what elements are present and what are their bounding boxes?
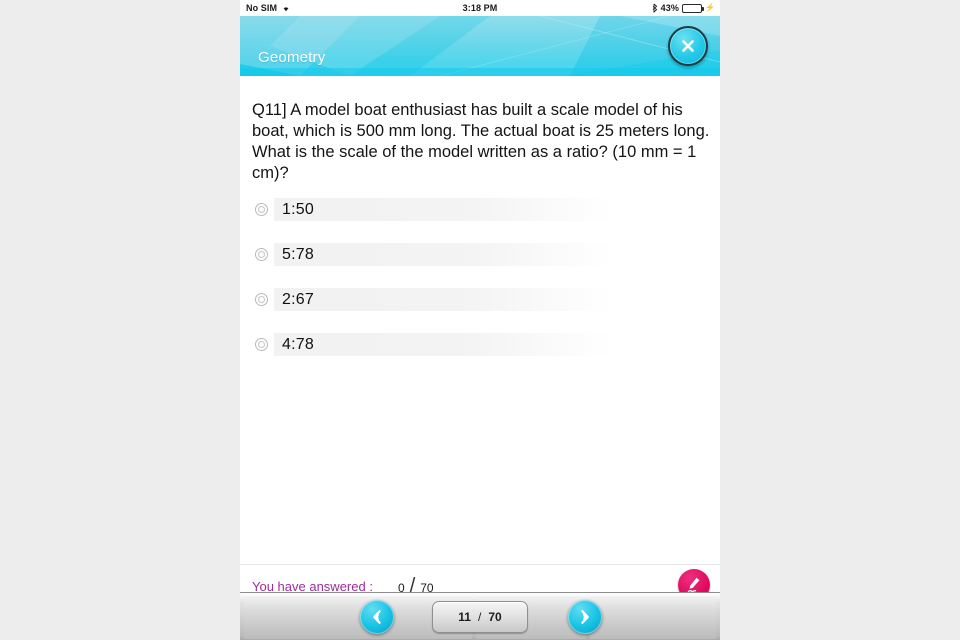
quiz-content: Q11] A model boat enthusiast has built a… xyxy=(240,76,720,608)
radio-button[interactable] xyxy=(255,293,268,306)
page-indicator[interactable]: 11 / 70 xyxy=(432,601,528,633)
status-bar-clock: 3:18 PM xyxy=(462,3,498,13)
ios-status-bar: No SIM 3:18 PM 43% ⚡ xyxy=(240,0,720,16)
close-button[interactable] xyxy=(668,26,708,66)
chevron-right-icon xyxy=(581,610,589,624)
answer-option[interactable]: 5:78 xyxy=(252,243,710,266)
page-title: Geometry xyxy=(258,49,326,66)
answer-option-label: 1:50 xyxy=(282,200,314,218)
answer-option[interactable]: 2:67 xyxy=(252,288,710,311)
page-total: 70 xyxy=(488,610,502,624)
answer-option-background xyxy=(274,198,612,221)
app-viewport: No SIM 3:18 PM 43% ⚡ Geometry Q11] A mod… xyxy=(240,0,720,640)
page-separator: / xyxy=(477,610,482,624)
answer-option-background xyxy=(274,333,612,356)
answer-option-label: 2:67 xyxy=(282,290,314,308)
answer-option[interactable]: 4:78 xyxy=(252,333,710,356)
header-polygon-pattern xyxy=(240,16,720,76)
radio-button[interactable] xyxy=(255,248,268,261)
previous-question-button[interactable] xyxy=(360,600,394,634)
close-x-icon xyxy=(682,40,694,52)
status-bar-right: 43% ⚡ xyxy=(652,3,715,13)
battery-percent-label: 43% xyxy=(660,3,679,13)
app-header: Geometry xyxy=(240,16,720,76)
page-current: 11 xyxy=(458,610,471,624)
question-text: Q11] A model boat enthusiast has built a… xyxy=(252,101,710,182)
chevron-left-icon xyxy=(373,610,381,624)
answer-option-background xyxy=(274,288,612,311)
radio-button[interactable] xyxy=(255,203,268,216)
charging-bolt-icon: ⚡ xyxy=(704,3,715,12)
bottom-toolbar: 11 / 70 xyxy=(240,592,720,640)
answer-option-background xyxy=(274,243,612,266)
answer-option-label: 4:78 xyxy=(282,335,314,353)
bluetooth-icon xyxy=(652,3,658,13)
answer-option[interactable]: 1:50 xyxy=(252,198,710,221)
battery-icon xyxy=(681,3,704,13)
screen: No SIM 3:18 PM 43% ⚡ Geometry Q11] A mod… xyxy=(0,0,960,640)
radio-button[interactable] xyxy=(255,338,268,351)
next-question-button[interactable] xyxy=(568,600,602,634)
answer-option-label: 5:78 xyxy=(282,245,314,263)
answer-options-list: 1:50 5:78 2:67 4:78 xyxy=(252,198,710,378)
toolbar-segment-right xyxy=(590,595,716,639)
